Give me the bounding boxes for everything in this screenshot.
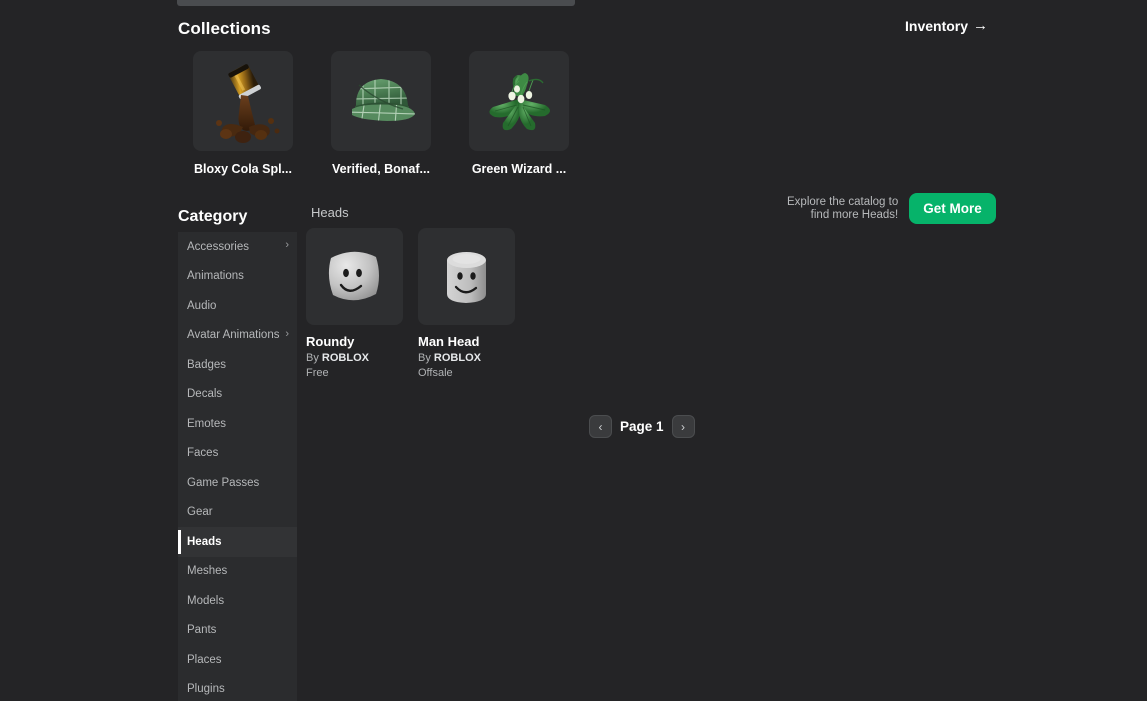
sidebar-item-label: Emotes [187, 417, 226, 430]
chevron-left-icon: ‹ [598, 419, 603, 434]
bloxy-cola-splash-thumbnail [193, 51, 293, 151]
sidebar-item-decals[interactable]: Decals [178, 380, 297, 410]
sidebar-item-label: Plugins [187, 683, 225, 696]
item-creator-prefix: By [306, 352, 319, 364]
sidebar-item-label: Badges [187, 358, 227, 371]
inventory-page: Collections Inventory → Bloxy Cola Spl..… [0, 0, 1147, 701]
collections-title: Collections [178, 19, 271, 38]
top-scrollbar[interactable] [177, 0, 575, 6]
chevron-right-icon: › [285, 239, 289, 252]
sidebar-item-plugins[interactable]: Plugins [178, 675, 297, 701]
sidebar-item-label: Animations [187, 270, 244, 283]
sidebar-item-faces[interactable]: Faces [178, 439, 297, 469]
item-creator-name: ROBLOX [321, 352, 369, 364]
category-title: Category [178, 208, 248, 225]
pagination-page-label: Page 1 [620, 419, 664, 434]
sidebar-item-emotes[interactable]: Emotes [178, 409, 297, 439]
collection-card[interactable]: Verified, Bonaf... [331, 51, 431, 176]
pagination-prev-button[interactable]: ‹ [589, 415, 612, 438]
collections-list: Bloxy Cola Spl... Verified, Bonaf... Gre… [193, 51, 569, 176]
promo-text: Explore the catalog to find more Heads! [787, 195, 899, 221]
sidebar-item-label: Pants [187, 624, 217, 637]
get-more-promo: Explore the catalog to find more Heads! … [787, 193, 996, 224]
chevron-right-icon: › [681, 419, 686, 434]
inventory-link[interactable]: Inventory → [905, 16, 989, 35]
collection-label: Verified, Bonaf... [332, 162, 430, 176]
man-head-thumbnail [418, 228, 515, 325]
item-card[interactable]: Roundy By ROBLOX Free [306, 228, 403, 379]
collection-card[interactable]: Green Wizard ... [469, 51, 569, 176]
inventory-link-label: Inventory [905, 18, 969, 34]
sidebar-item-meshes[interactable]: Meshes [178, 557, 297, 587]
section-heading: Heads [311, 205, 349, 220]
sidebar-item-pants[interactable]: Pants [178, 616, 297, 646]
collection-card[interactable]: Bloxy Cola Spl... [193, 51, 293, 176]
sidebar-item-label: Meshes [187, 565, 228, 578]
item-price: Free [306, 367, 329, 379]
sidebar-item-models[interactable]: Models [178, 586, 297, 616]
item-price: Offsale [418, 367, 453, 379]
sidebar-item-label: Places [187, 653, 222, 666]
item-creator: By ROBLOX [306, 352, 403, 364]
sidebar-item-label: Heads [187, 535, 222, 548]
sidebar-item-gear[interactable]: Gear [178, 498, 297, 528]
get-more-button[interactable]: Get More [909, 193, 996, 224]
sidebar-item-label: Gear [187, 506, 213, 519]
sidebar-item-label: Accessories [187, 240, 249, 253]
green-plaid-cap-thumbnail [331, 51, 431, 151]
item-card[interactable]: Man Head By ROBLOX Offsale [418, 228, 515, 379]
roundy-head-thumbnail [306, 228, 403, 325]
category-sidebar[interactable]: Accessories › Animations Audio Avatar An… [178, 232, 297, 701]
pagination-next-button[interactable]: › [671, 415, 695, 438]
collection-label: Green Wizard ... [471, 162, 567, 176]
pagination: ‹ Page 1 › [589, 415, 695, 438]
sidebar-item-heads[interactable]: Heads [178, 527, 297, 557]
sidebar-item-label: Audio [187, 299, 217, 312]
sidebar-item-animations[interactable]: Animations [178, 262, 297, 292]
item-creator-name: ROBLOX [433, 352, 481, 364]
sidebar-item-label: Models [187, 594, 225, 607]
collection-label: Bloxy Cola Spl... [194, 162, 292, 176]
sidebar-item-badges[interactable]: Badges [178, 350, 297, 380]
sidebar-item-places[interactable]: Places [178, 645, 297, 675]
arrow-right-icon: → [973, 16, 989, 34]
sidebar-item-avatar-animations[interactable]: Avatar Animations › [178, 321, 297, 351]
sidebar-item-audio[interactable]: Audio [178, 291, 297, 321]
item-creator: By ROBLOX [418, 352, 515, 364]
items-grid: Roundy By ROBLOX Free Man Head By ROBLOX… [306, 228, 515, 379]
green-wizard-plant-thumbnail [469, 51, 569, 151]
sidebar-item-game-passes[interactable]: Game Passes [178, 468, 297, 498]
sidebar-item-label: Game Passes [187, 476, 260, 489]
sidebar-item-accessories[interactable]: Accessories › [178, 232, 297, 262]
item-name: Man Head [418, 334, 480, 349]
sidebar-item-label: Faces [187, 447, 219, 460]
sidebar-item-label: Decals [187, 388, 223, 401]
item-creator-prefix: By [418, 352, 431, 364]
sidebar-item-label: Avatar Animations [187, 329, 280, 342]
chevron-right-icon: › [285, 327, 289, 340]
item-name: Roundy [306, 334, 355, 349]
